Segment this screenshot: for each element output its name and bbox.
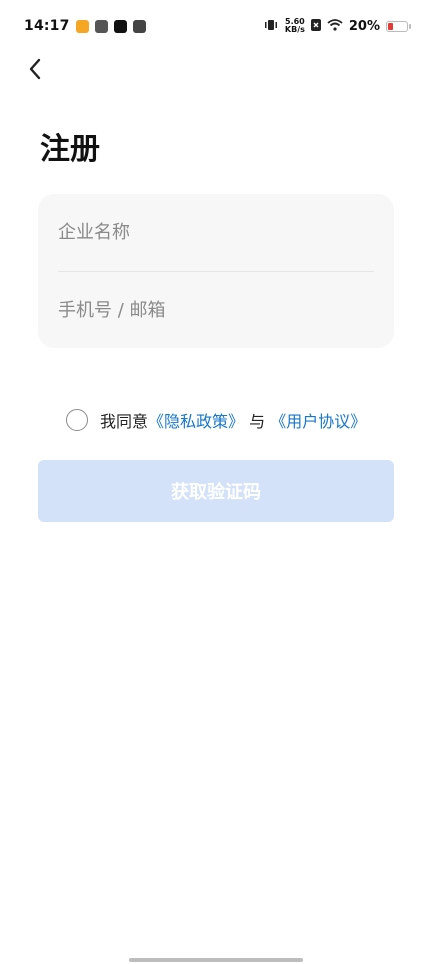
agreement-prefix: 我同意: [100, 412, 149, 431]
privacy-policy-link[interactable]: 《隐私政策》: [148, 412, 244, 431]
home-indicator[interactable]: [129, 958, 303, 962]
back-button[interactable]: [20, 54, 50, 84]
agreement-text: 我同意《隐私政策》 与 《用户协议》: [100, 408, 366, 432]
status-bar: 14:17 5.60 KB/s 20%: [0, 0, 432, 52]
company-name-input[interactable]: [58, 222, 374, 243]
status-time: 14:17: [24, 18, 70, 34]
get-verification-code-button[interactable]: 获取验证码: [38, 460, 394, 522]
weibo-icon: [75, 19, 89, 33]
register-form: [38, 194, 394, 348]
battery-icon: [386, 20, 411, 32]
status-left: 14:17: [24, 18, 146, 34]
agreement-joiner: 与: [249, 412, 266, 431]
sim-x-icon: [310, 18, 321, 34]
link-icon: [94, 19, 108, 33]
network-speed-unit: KB/s: [284, 25, 305, 34]
contact-field-row: [58, 271, 374, 348]
mail-icon: [132, 19, 146, 33]
vibrate-icon: [263, 19, 279, 34]
tiktok-icon: [113, 19, 127, 33]
agreement-radio[interactable]: [66, 409, 88, 431]
company-name-field-row: [58, 194, 374, 271]
chevron-left-icon: [29, 58, 41, 80]
phone-email-input[interactable]: [58, 299, 374, 321]
user-agreement-link[interactable]: 《用户协议》: [270, 412, 366, 431]
register-screen: 14:17 5.60 KB/s 20% 注册 企业名称 手机号 / 邮箱 我同意…: [0, 0, 432, 964]
status-right: 5.60 KB/s 20%: [263, 18, 411, 34]
battery-percent: 20%: [348, 18, 380, 34]
wifi-icon: [327, 18, 343, 34]
agreement-row: 我同意《隐私政策》 与 《用户协议》: [66, 408, 366, 432]
network-speed: 5.60 KB/s: [285, 18, 305, 34]
page-title: 注册: [40, 132, 100, 167]
